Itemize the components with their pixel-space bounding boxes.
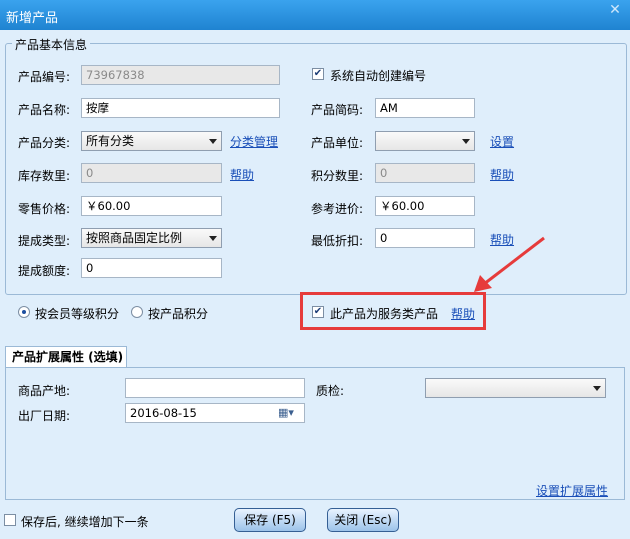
- retail-price-field[interactable]: ￥60.00: [81, 196, 222, 216]
- unit-settings-link[interactable]: 设置: [490, 133, 514, 150]
- highlight-box: [300, 292, 486, 330]
- origin-field[interactable]: [125, 378, 305, 398]
- mfg-date-value: 2016-08-15: [130, 406, 197, 420]
- ref-price-label: 参考进价:: [311, 202, 364, 216]
- qc-label: 质检:: [316, 384, 345, 398]
- origin-label: 商品产地:: [18, 384, 71, 398]
- title-bar: 新增产品 ✕: [0, 0, 630, 30]
- product-name-field[interactable]: 按摩: [81, 98, 280, 118]
- commission-amount-label: 提成额度:: [18, 264, 71, 278]
- commission-type-label: 提成类型:: [18, 234, 71, 248]
- min-discount-field[interactable]: 0: [375, 228, 475, 248]
- save-button[interactable]: 保存 (F5): [234, 508, 306, 532]
- category-label: 产品分类:: [18, 136, 71, 150]
- points-field[interactable]: 0: [375, 163, 475, 183]
- product-code-label: 产品编号:: [18, 70, 71, 84]
- close-button[interactable]: 关闭 (Esc): [327, 508, 399, 532]
- product-name-label: 产品名称:: [18, 103, 71, 117]
- unit-label: 产品单位:: [311, 136, 364, 150]
- ext-settings-link[interactable]: 设置扩展属性: [536, 482, 608, 499]
- qc-select[interactable]: [425, 378, 606, 398]
- mfg-date-label: 出厂日期:: [18, 409, 71, 423]
- radio-by-product[interactable]: [131, 306, 143, 318]
- product-code-field[interactable]: 73967838: [81, 65, 280, 85]
- points-help-link[interactable]: 帮助: [490, 166, 514, 183]
- radio-by-product-label: 按产品积分: [148, 307, 209, 321]
- points-label: 积分数里:: [311, 169, 364, 183]
- category-manage-link[interactable]: 分类管理: [230, 133, 278, 150]
- ref-price-field[interactable]: ￥60.00: [375, 196, 475, 216]
- commission-amount-field[interactable]: 0: [81, 258, 222, 278]
- chevron-down-icon: [209, 236, 217, 241]
- chevron-down-icon: [462, 139, 470, 144]
- continue-add-label: 保存后, 继续增加下一条: [21, 515, 149, 529]
- commission-type-select[interactable]: 按照商品固定比例: [81, 228, 222, 248]
- stock-field[interactable]: 0: [81, 163, 222, 183]
- close-icon[interactable]: ✕: [606, 2, 624, 18]
- basic-info-legend: 产品基本信息: [12, 36, 91, 53]
- retail-price-label: 零售价格:: [18, 202, 71, 216]
- radio-member-level[interactable]: [18, 306, 30, 318]
- calendar-icon[interactable]: ▦▾: [278, 406, 294, 419]
- min-discount-label: 最低折扣:: [311, 234, 364, 248]
- commission-type-value: 按照商品固定比例: [86, 231, 183, 245]
- radio-member-level-label: 按会员等级积分: [35, 307, 120, 321]
- window-title: 新增产品: [6, 11, 59, 26]
- short-code-field[interactable]: AM: [375, 98, 475, 118]
- unit-select[interactable]: [375, 131, 475, 151]
- stock-label: 库存数里:: [18, 169, 71, 183]
- auto-code-label: 系统自动创建编号: [330, 69, 427, 83]
- auto-code-checkbox[interactable]: ✔: [312, 68, 324, 80]
- chevron-down-icon: [593, 386, 601, 391]
- tab-extended-properties[interactable]: 产品扩展属性 (选填): [5, 346, 127, 368]
- category-select-value: 所有分类: [86, 134, 135, 148]
- stock-help-link[interactable]: 帮助: [230, 166, 254, 183]
- continue-add-checkbox[interactable]: [4, 514, 16, 526]
- category-select[interactable]: 所有分类: [81, 131, 222, 151]
- chevron-down-icon: [209, 139, 217, 144]
- arrow-annotation: [474, 236, 545, 292]
- short-code-label: 产品简码:: [311, 103, 364, 117]
